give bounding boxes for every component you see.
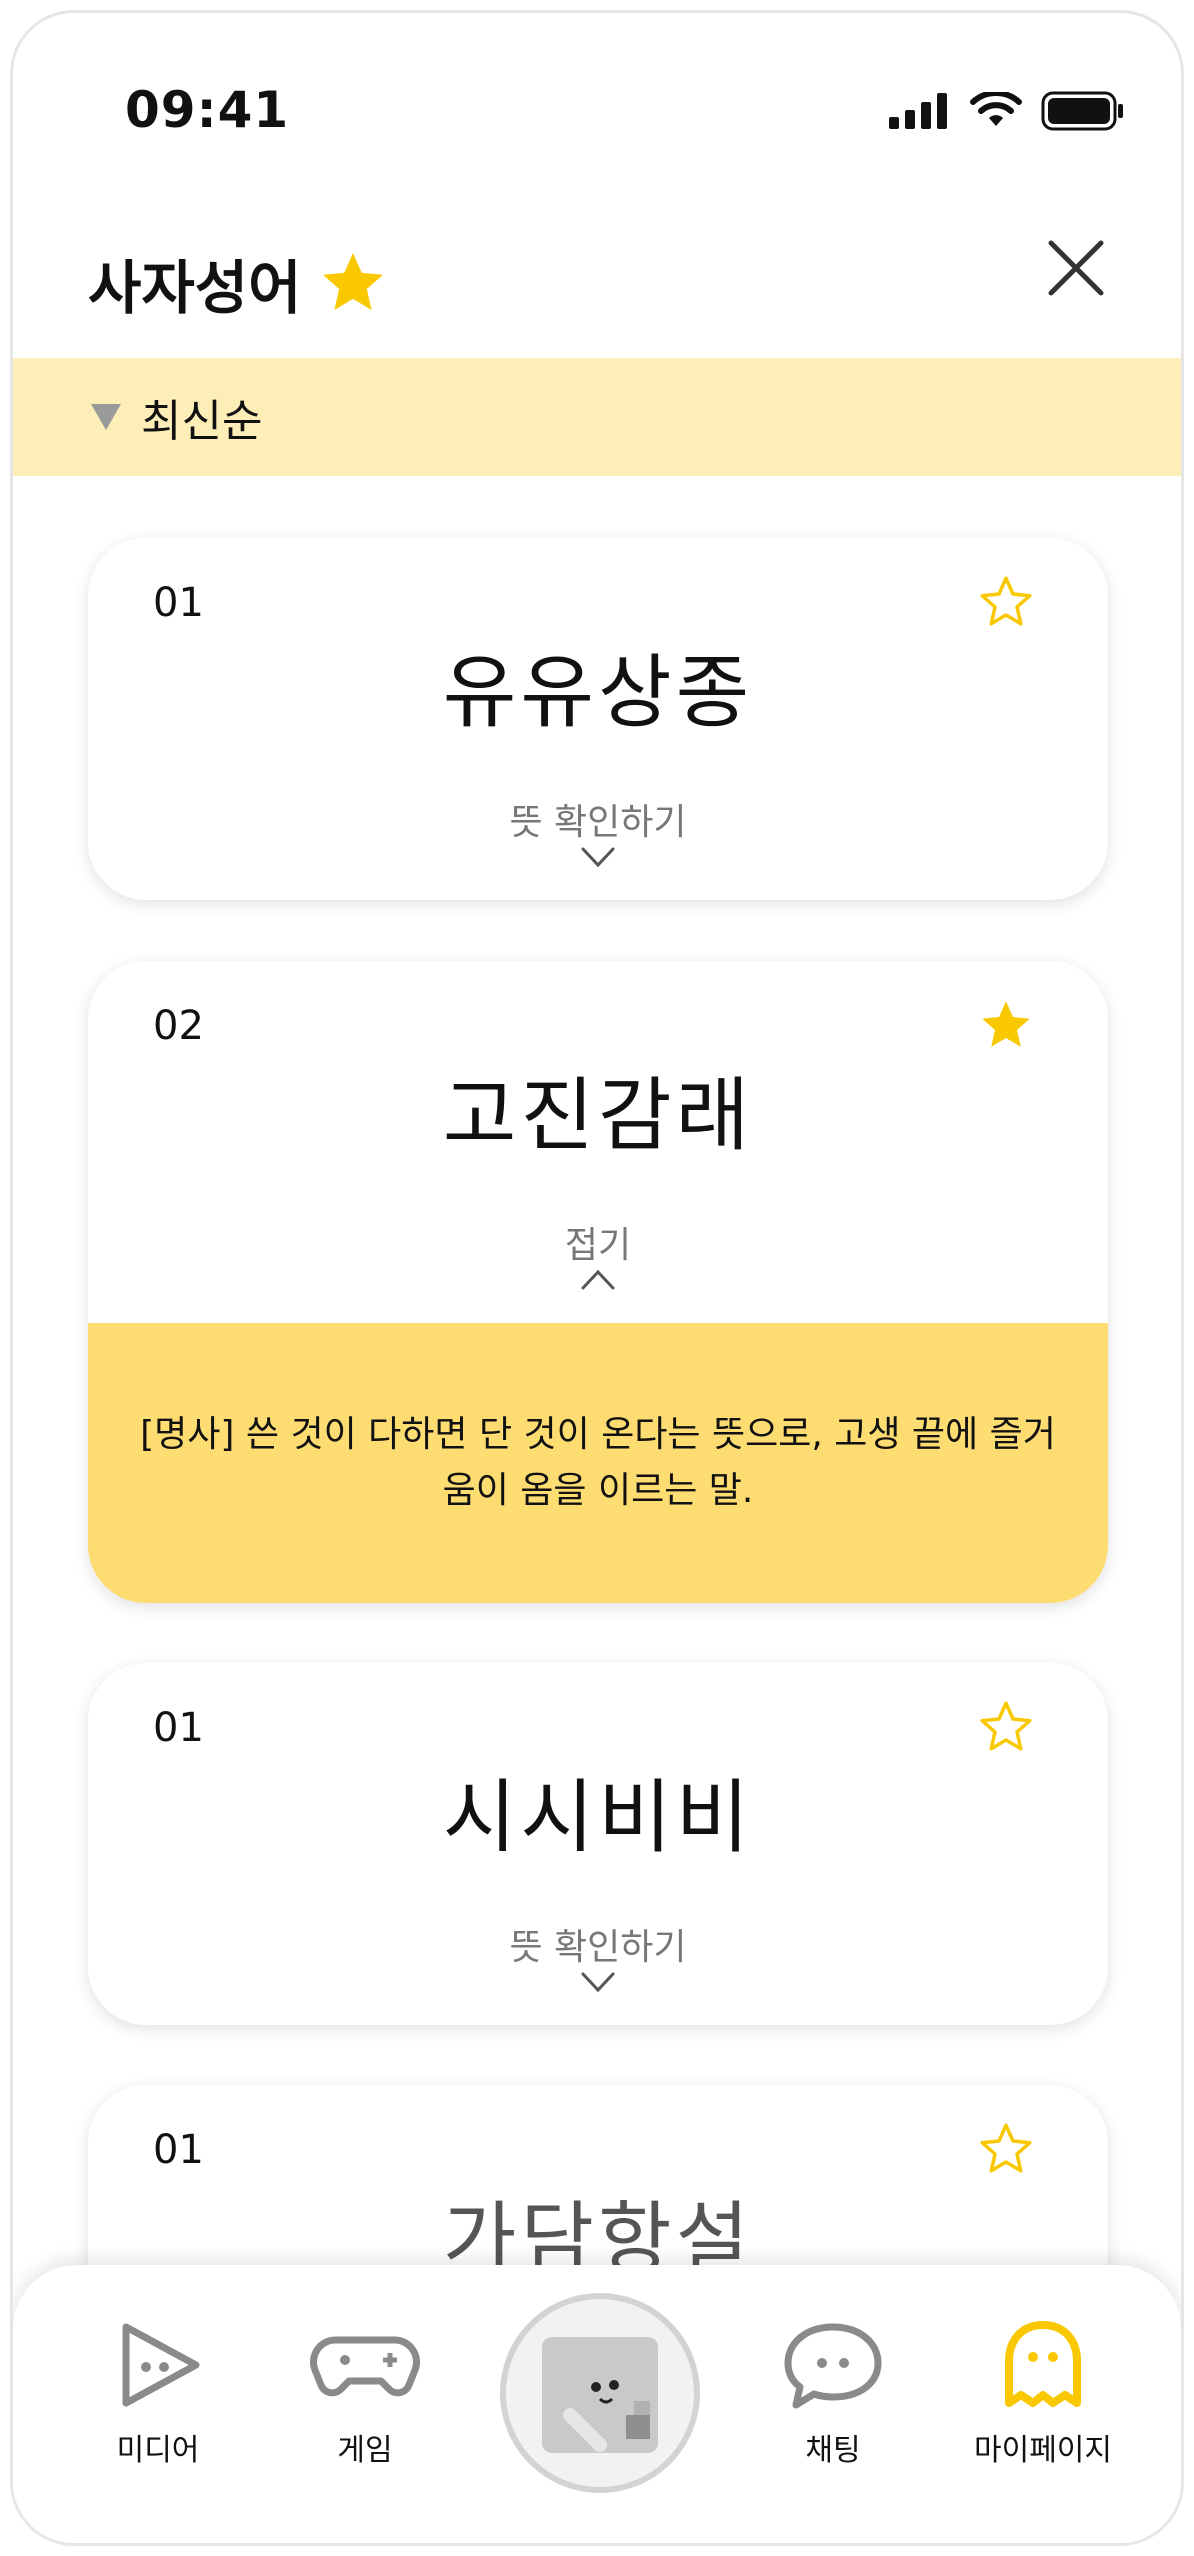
page-title: 사자성어 xyxy=(88,241,389,325)
status-icons xyxy=(889,91,1125,131)
sort-label: 최신순 xyxy=(141,396,263,447)
meaning-text: [명사] 쓴 것이 다하면 단 것이 온다는 뜻으로, 고생 끝에 즐거움이 옴… xyxy=(140,1414,1056,1511)
nav-media-label: 미디어 xyxy=(116,2433,200,2468)
collapse-button[interactable]: 접기 xyxy=(88,1216,1108,1268)
play-face-icon xyxy=(122,2323,200,2407)
card-number: 01 xyxy=(153,1705,204,1751)
idiom-word: 시시비비 xyxy=(442,1771,754,1864)
status-time: 09:41 xyxy=(125,81,290,139)
nav-game-label: 게임 xyxy=(337,2433,393,2468)
character-avatar-icon xyxy=(542,2337,658,2453)
nav-mypage[interactable]: 마이페이지 xyxy=(963,2315,1123,2469)
close-icon xyxy=(1048,240,1104,296)
chevron-down-icon[interactable] xyxy=(580,843,616,871)
idiom-card-expanded[interactable]: 02 고진감래 접기 [명사] 쓴 것이 다하면 단 것이 온다는 뜻으로, 고… xyxy=(88,961,1108,1603)
nav-media[interactable]: 미디어 xyxy=(78,2315,238,2469)
nav-game[interactable]: 게임 xyxy=(285,2315,445,2469)
phone-frame: 09:41 사자성어 최신순 01 유유상종 뜻 확인하기 02 고진감래 접기… xyxy=(10,10,1184,2546)
chevron-up-icon[interactable] xyxy=(580,1266,616,1294)
star-outline-icon[interactable] xyxy=(976,2119,1036,2179)
nav-chat-label: 채팅 xyxy=(805,2433,861,2468)
card-number: 01 xyxy=(153,2127,204,2173)
status-bar: 09:41 xyxy=(13,13,1181,193)
nav-chat[interactable]: 채팅 xyxy=(753,2315,913,2469)
show-meaning-button[interactable]: 뜻 확인하기 xyxy=(88,793,1108,845)
triangle-down-icon xyxy=(91,404,121,430)
star-outline-icon[interactable] xyxy=(976,1697,1036,1757)
show-meaning-button[interactable]: 뜻 확인하기 xyxy=(88,1918,1108,1970)
bottom-navigation: 미디어 게임 채팅 마이페이지 xyxy=(13,2265,1181,2543)
battery-icon xyxy=(1041,91,1123,131)
star-filled-icon[interactable] xyxy=(976,995,1036,1055)
signal-icon xyxy=(889,93,947,129)
ghost-profile-icon xyxy=(1005,2321,1081,2407)
page-title-text: 사자성어 xyxy=(88,254,302,322)
gamepad-icon xyxy=(310,2336,420,2397)
sort-bar[interactable]: 최신순 xyxy=(13,358,1181,476)
idiom-word: 고진감래 xyxy=(442,1069,754,1162)
star-filled-icon xyxy=(323,253,384,310)
center-character-button[interactable] xyxy=(500,2293,700,2493)
header: 사자성어 xyxy=(13,203,1181,353)
star-outline-icon[interactable] xyxy=(976,572,1036,632)
idiom-word: 유유상종 xyxy=(442,646,754,739)
chevron-down-icon[interactable] xyxy=(580,1968,616,1996)
idiom-card[interactable]: 01 유유상종 뜻 확인하기 xyxy=(88,538,1108,900)
chat-bubble-icon xyxy=(784,2323,882,2409)
card-number: 02 xyxy=(153,1003,204,1049)
card-number: 01 xyxy=(153,580,204,626)
idiom-card[interactable]: 01 시시비비 뜻 확인하기 xyxy=(88,1663,1108,2025)
close-button[interactable] xyxy=(1041,233,1111,303)
meaning-panel: [명사] 쓴 것이 다하면 단 것이 온다는 뜻으로, 고생 끝에 즐거움이 옴… xyxy=(88,1323,1108,1603)
nav-mypage-label: 마이페이지 xyxy=(974,2433,1112,2468)
wifi-icon xyxy=(970,92,1022,126)
